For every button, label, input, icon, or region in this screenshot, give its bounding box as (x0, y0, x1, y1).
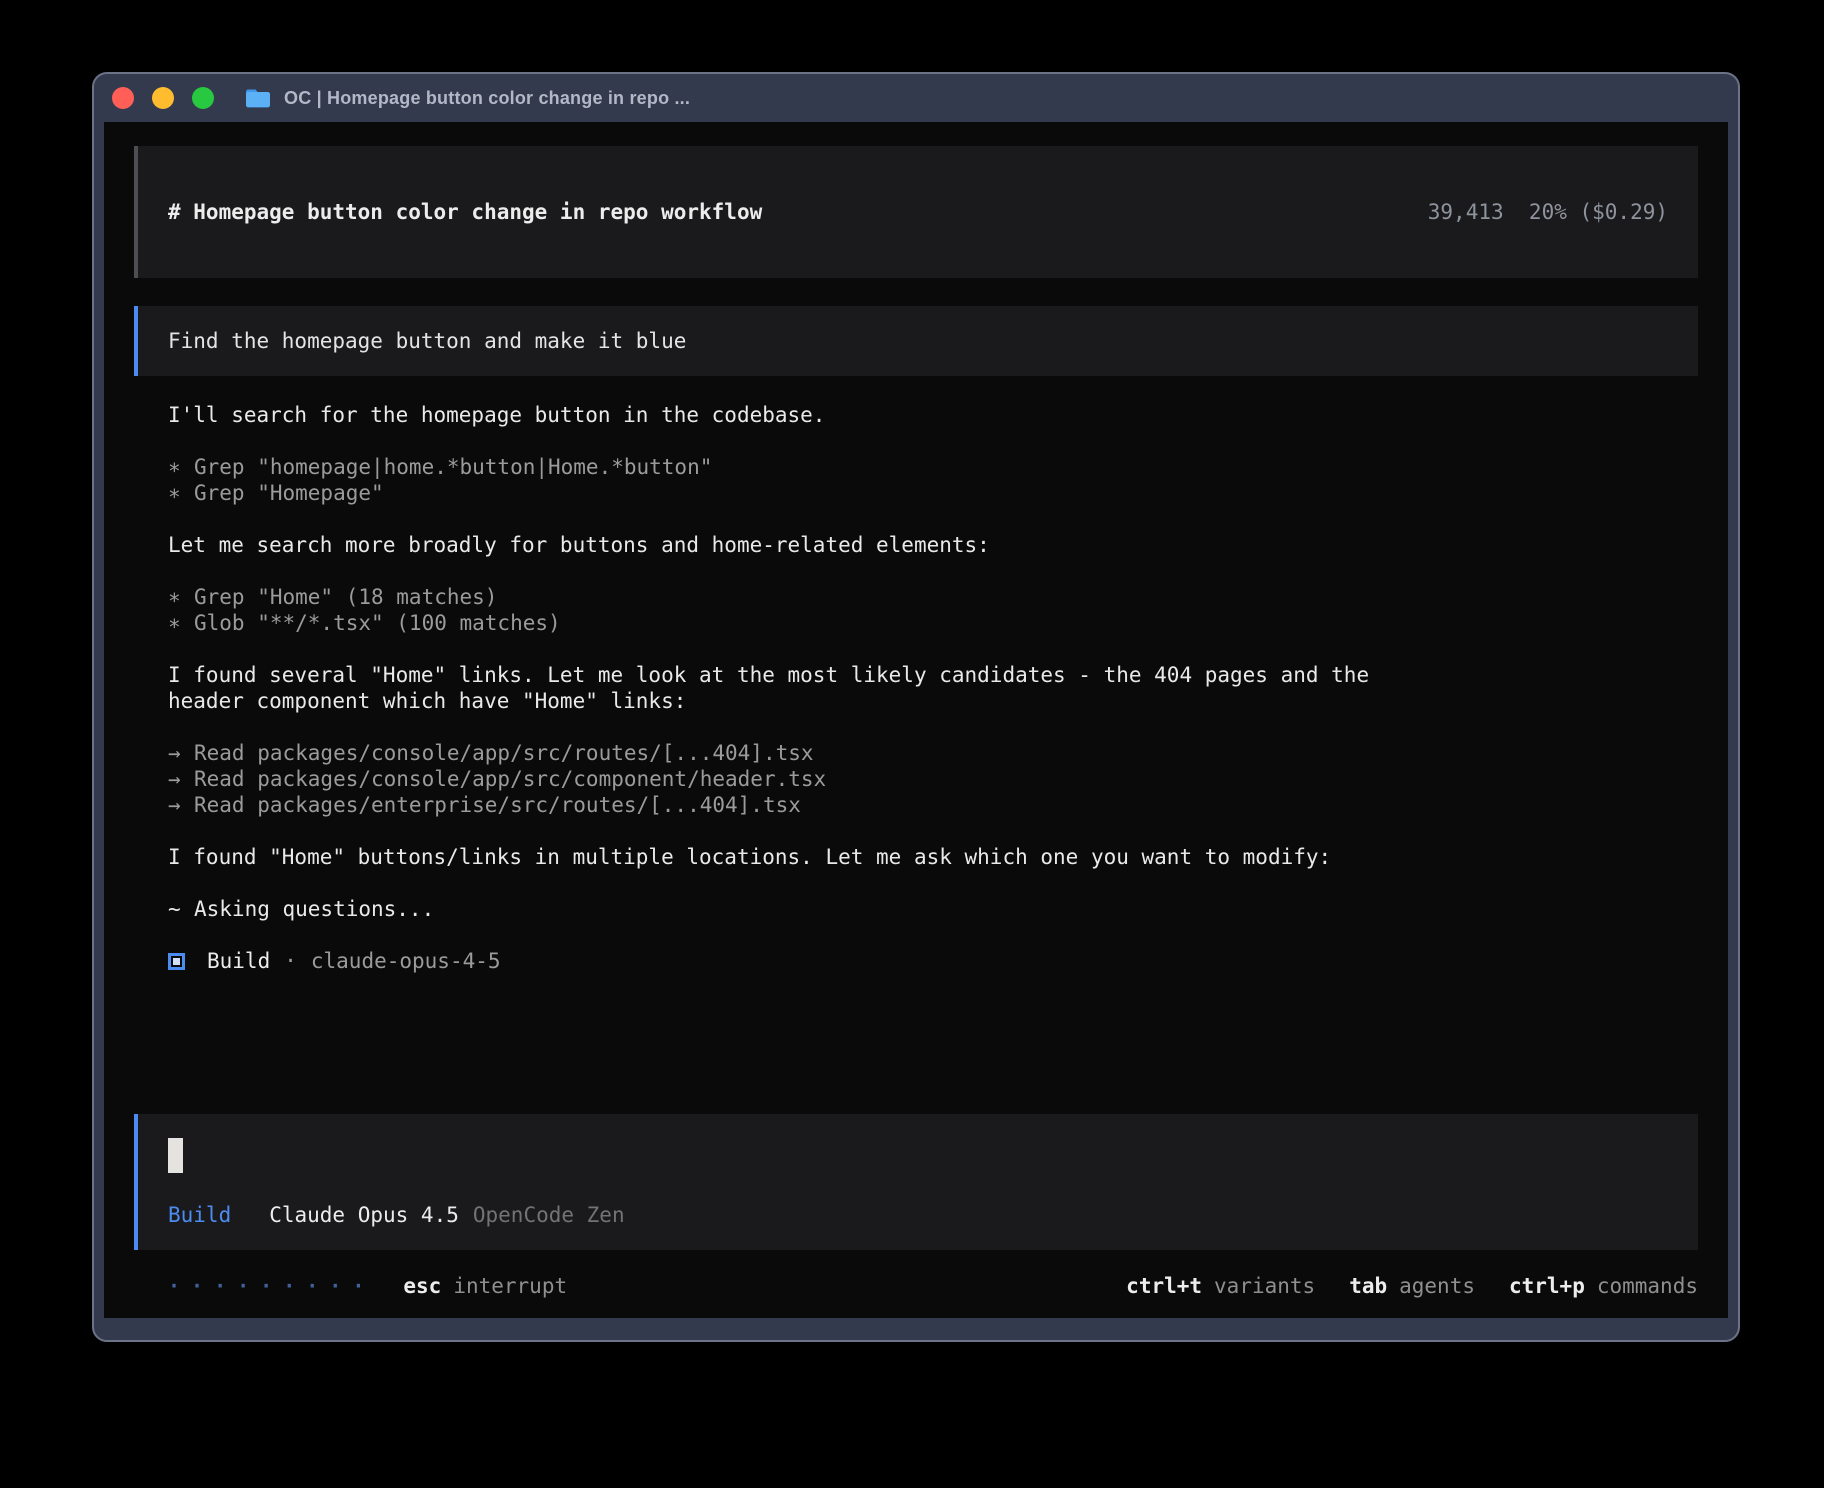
tool-call: ∗Grep "Home" (18 matches) (168, 584, 1698, 610)
input-status-row: Build Claude Opus 4.5 OpenCode Zen (168, 1202, 1668, 1228)
agent-line: Build · claude-opus-4-5 (168, 948, 1698, 974)
session-title: # Homepage button color change in repo w… (168, 199, 762, 225)
separator-dot: · (284, 948, 297, 974)
tool-call: ∗Glob "**/*.tsx" (100 matches) (168, 610, 1698, 636)
tool-call-text: Grep "Home" (18 matches) (194, 585, 497, 609)
tool-call-group: →Read packages/console/app/src/routes/[.… (168, 740, 1698, 818)
agent-badge-icon (168, 953, 185, 970)
assistant-paragraph: I found "Home" buttons/links in multiple… (168, 844, 1698, 870)
status-line: ~Asking questions... (168, 896, 1698, 922)
tool-call-group: ∗Grep "homepage|home.*button|Home.*butto… (168, 454, 1698, 506)
terminal-content: # Homepage button color change in repo w… (104, 122, 1728, 1318)
prompt-input[interactable]: Build Claude Opus 4.5 OpenCode Zen (134, 1114, 1698, 1250)
tool-marker-icon: ∗ (168, 454, 194, 480)
tool-call: ∗Grep "Homepage" (168, 480, 1698, 506)
status-text: Asking questions... (194, 897, 434, 921)
shortcut-variants: ctrl+t variants (1126, 1272, 1315, 1300)
shortcut-key: ctrl+p (1509, 1274, 1585, 1298)
window-title: OC | Homepage button color change in rep… (284, 88, 690, 109)
tool-call-text: Grep "homepage|home.*button|Home.*button… (194, 455, 712, 479)
tool-call: →Read packages/enterprise/src/routes/[..… (168, 792, 1698, 818)
shortcut-agents: tab agents (1349, 1272, 1475, 1300)
transcript: I'll search for the homepage button in t… (134, 376, 1698, 974)
tool-call-text: Read packages/console/app/src/component/… (194, 767, 826, 791)
agent-name: Build (207, 948, 270, 974)
text-cursor (168, 1138, 183, 1173)
status-bar: ········· esc interrupt ctrl+t variants t… (134, 1272, 1698, 1300)
input-agent-label[interactable]: Build (168, 1202, 231, 1228)
shortcut-commands: ctrl+p commands (1509, 1272, 1698, 1300)
shortcut-label: variants (1214, 1274, 1315, 1298)
input-provider-label: OpenCode Zen (473, 1202, 625, 1228)
token-count: 39,413 (1428, 200, 1504, 224)
minimize-button-icon[interactable] (152, 87, 174, 109)
tool-call: ∗Grep "homepage|home.*button|Home.*butto… (168, 454, 1698, 480)
shortcut-key: ctrl+t (1126, 1274, 1202, 1298)
tool-marker-icon: ∗ (168, 610, 194, 636)
context-cost: 20% ($0.29) (1529, 200, 1668, 224)
shortcut-key: tab (1349, 1274, 1387, 1298)
assistant-paragraph: Let me search more broadly for buttons a… (168, 532, 1698, 558)
agent-model: claude-opus-4-5 (311, 948, 501, 974)
tool-call-text: Glob "**/*.tsx" (100 matches) (194, 611, 561, 635)
tool-marker-icon: ∗ (168, 480, 194, 506)
terminal-window: OC | Homepage button color change in rep… (92, 72, 1740, 1342)
tool-call-text: Read packages/console/app/src/routes/[..… (194, 741, 814, 765)
status-marker-icon: ~ (168, 896, 194, 922)
shortcut-label: agents (1399, 1274, 1475, 1298)
assistant-paragraph: I found several "Home" links. Let me loo… (168, 662, 1698, 714)
input-model-label: Claude Opus 4.5 (269, 1202, 459, 1228)
esc-key-hint: esc (403, 1272, 441, 1300)
status-bar-left: ········· esc interrupt (168, 1272, 567, 1300)
close-button-icon[interactable] (112, 87, 134, 109)
read-arrow-icon: → (168, 792, 194, 818)
session-stats: 39,413 20% ($0.29) (1327, 173, 1668, 251)
status-bar-right: ctrl+t variants tab agents ctrl+p commands (1092, 1272, 1698, 1300)
user-message-text: Find the homepage button and make it blu… (168, 329, 686, 353)
esc-key-label: interrupt (453, 1272, 567, 1300)
assistant-paragraph-line: header component which have "Home" links… (168, 688, 1698, 714)
read-arrow-icon: → (168, 766, 194, 792)
shortcut-label: commands (1597, 1274, 1698, 1298)
tool-marker-icon: ∗ (168, 584, 194, 610)
folder-icon (244, 86, 272, 110)
spinner-icon: ········· (168, 1272, 375, 1300)
tool-call-group: ∗Grep "Home" (18 matches) ∗Glob "**/*.ts… (168, 584, 1698, 636)
user-message: Find the homepage button and make it blu… (134, 306, 1698, 376)
zoom-button-icon[interactable] (192, 87, 214, 109)
tool-call: →Read packages/console/app/src/routes/[.… (168, 740, 1698, 766)
read-arrow-icon: → (168, 740, 194, 766)
assistant-paragraph-line: I found several "Home" links. Let me loo… (168, 662, 1698, 688)
titlebar: OC | Homepage button color change in rep… (94, 74, 1738, 122)
tool-call-text: Read packages/enterprise/src/routes/[...… (194, 793, 801, 817)
assistant-paragraph: I'll search for the homepage button in t… (168, 402, 1698, 428)
tool-call: →Read packages/console/app/src/component… (168, 766, 1698, 792)
tool-call-text: Grep "Homepage" (194, 481, 384, 505)
session-header: # Homepage button color change in repo w… (134, 146, 1698, 278)
